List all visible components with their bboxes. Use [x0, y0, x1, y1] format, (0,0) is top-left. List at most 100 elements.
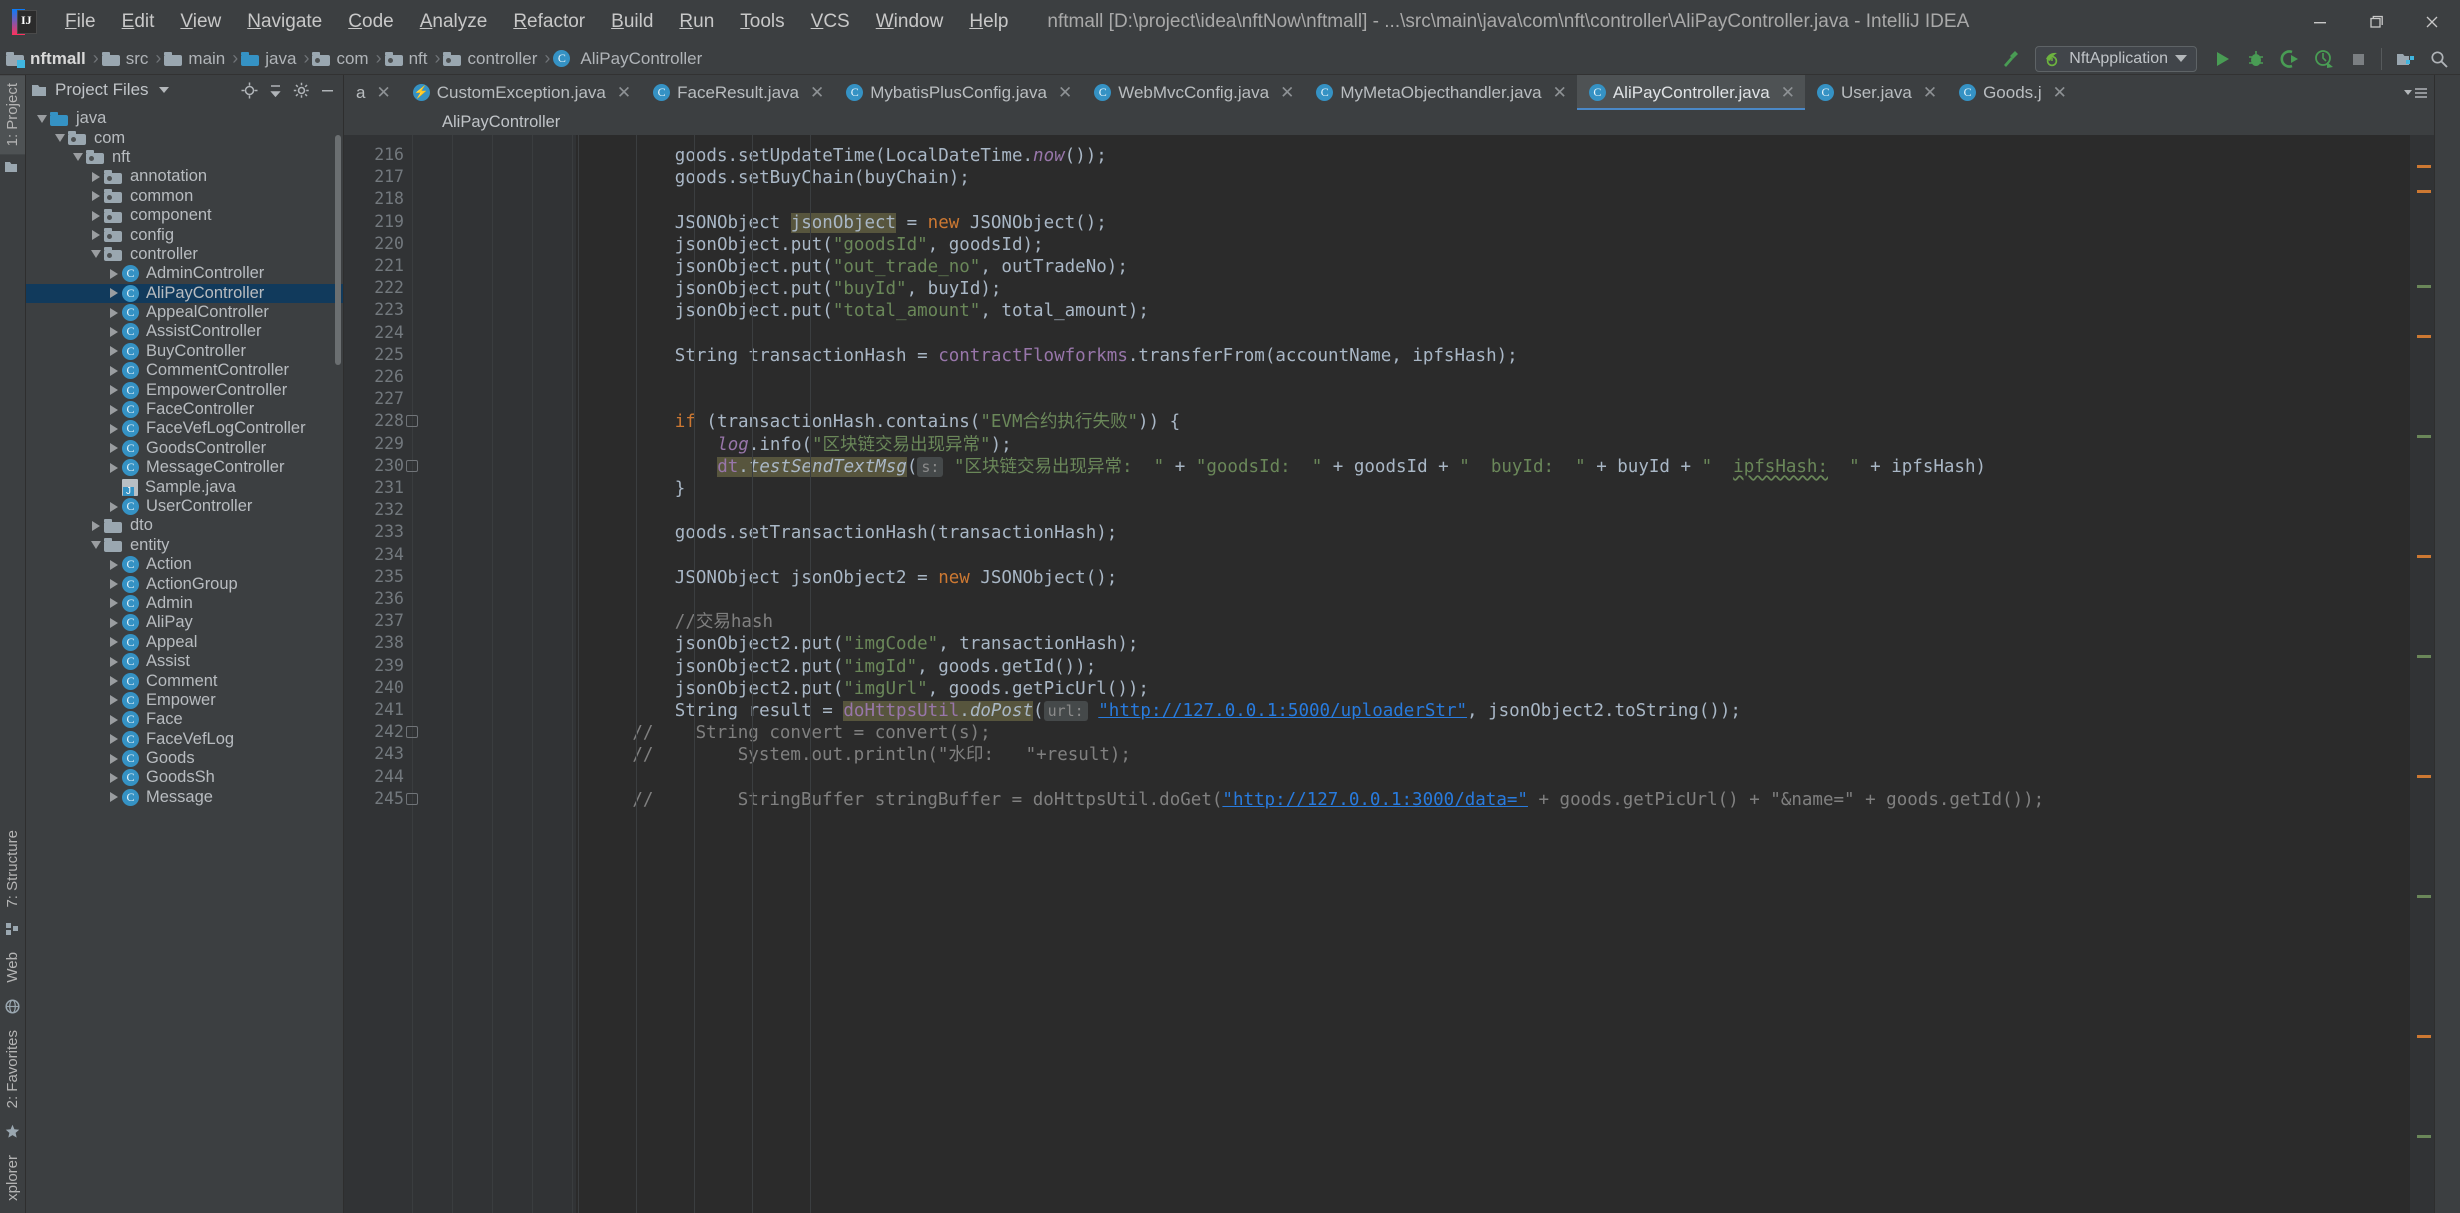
- code-line-245[interactable]: // StringBuffer stringBuffer = doHttpsUt…: [632, 789, 2044, 811]
- tree-node-assist[interactable]: C Assist: [26, 652, 343, 671]
- tree-expand-arrow-closed[interactable]: [106, 579, 122, 590]
- project-scope-chevron-icon[interactable]: [158, 87, 169, 93]
- menu-navigate[interactable]: Navigate: [234, 7, 335, 37]
- tree-expand-arrow-closed[interactable]: [106, 772, 122, 783]
- code-line-242[interactable]: // String convert = convert(s);: [632, 722, 990, 744]
- tree-node-faceveflogcontroller[interactable]: C FaceVefLogController: [26, 419, 343, 438]
- debug-icon[interactable]: [2239, 44, 2273, 74]
- editor-breadcrumb-class[interactable]: AliPayController: [442, 113, 560, 132]
- menu-view[interactable]: View: [167, 7, 234, 37]
- editor-tab-a[interactable]: a ✕: [344, 75, 401, 110]
- code-editor[interactable]: 216 217 218 219 220 221 222 223 224 225 226 227 228 2…: [344, 135, 2434, 1213]
- tree-expand-arrow-closed[interactable]: [106, 365, 122, 376]
- tree-node-alipaycontroller[interactable]: C AliPayController: [26, 283, 343, 303]
- maximize-button[interactable]: [2348, 0, 2404, 43]
- close-icon[interactable]: ✕: [1553, 83, 1567, 103]
- tree-expand-arrow-closed[interactable]: [106, 307, 122, 318]
- close-icon[interactable]: ✕: [1923, 83, 1937, 103]
- editor-tab-mymetaobjecthandler-java[interactable]: C MyMetaObjecthandler.java ✕: [1304, 75, 1577, 110]
- tree-node-appealcontroller[interactable]: C AppealController: [26, 303, 343, 322]
- close-icon[interactable]: ✕: [1781, 83, 1795, 103]
- code-marker[interactable]: [2417, 1035, 2431, 1038]
- menu-analyze[interactable]: Analyze: [407, 7, 501, 37]
- run-icon[interactable]: [2205, 44, 2239, 74]
- tree-node-message[interactable]: C Message: [26, 788, 343, 807]
- tree-node-com[interactable]: com: [26, 128, 343, 147]
- tree-expand-arrow-closed[interactable]: [106, 617, 122, 628]
- project-tree-scrollbar[interactable]: [335, 135, 341, 365]
- tree-expand-arrow-closed[interactable]: [106, 326, 122, 337]
- code-marker[interactable]: [2417, 1135, 2431, 1138]
- tree-node-action[interactable]: C Action: [26, 555, 343, 574]
- tree-expand-arrow-closed[interactable]: [106, 734, 122, 745]
- code-line-217[interactable]: goods.setBuyChain(buyChain);: [675, 167, 970, 189]
- tree-expand-arrow-closed[interactable]: [88, 171, 104, 182]
- run-with-coverage-icon[interactable]: [2273, 44, 2307, 74]
- code-marker[interactable]: [2417, 165, 2431, 168]
- run-configuration-selector[interactable]: NftApplication: [2035, 45, 2197, 72]
- tree-expand-arrow-closed[interactable]: [88, 210, 104, 221]
- code-marker[interactable]: [2417, 655, 2431, 658]
- code-line-238[interactable]: jsonObject2.put("imgCode", transactionHa…: [675, 633, 1139, 655]
- chevron-down-icon[interactable]: [2404, 90, 2412, 95]
- menu-vcs[interactable]: VCS: [798, 7, 863, 37]
- tree-node-common[interactable]: common: [26, 187, 343, 206]
- tree-node-face[interactable]: C Face: [26, 710, 343, 729]
- stop-icon[interactable]: [2341, 44, 2375, 74]
- code-marker[interactable]: [2417, 895, 2431, 898]
- tree-node-faceveflog[interactable]: C FaceVefLog: [26, 730, 343, 749]
- tree-node-controller[interactable]: controller: [26, 245, 343, 264]
- project-structure-icon[interactable]: [2388, 44, 2422, 74]
- tree-node-sample-java[interactable]: Sample.java: [26, 477, 343, 496]
- breadcrumb-item-controller[interactable]: controller: [443, 48, 541, 70]
- code-fold-marker-245[interactable]: [406, 792, 418, 805]
- code-line-223[interactable]: jsonObject.put("total_amount", total_amo…: [675, 300, 1149, 322]
- close-icon[interactable]: ✕: [1280, 83, 1294, 103]
- tree-node-java[interactable]: java: [26, 109, 343, 128]
- url-literal-comment[interactable]: "http://127.0.0.1:3000/data=": [1222, 790, 1528, 810]
- tree-expand-arrow-open[interactable]: [52, 134, 68, 143]
- code-line-231[interactable]: }: [675, 478, 686, 500]
- tree-node-config[interactable]: config: [26, 225, 343, 244]
- tree-node-admin[interactable]: C Admin: [26, 594, 343, 613]
- code-line-219[interactable]: JSONObject jsonObject = new JSONObject()…: [675, 212, 1107, 234]
- tree-expand-arrow-closed[interactable]: [88, 520, 104, 531]
- tree-node-commentcontroller[interactable]: C CommentController: [26, 361, 343, 380]
- code-line-235[interactable]: JSONObject jsonObject2 = new JSONObject(…: [675, 567, 1118, 589]
- editor-tab-user-java[interactable]: C User.java ✕: [1805, 75, 1947, 110]
- tree-node-assistcontroller[interactable]: C AssistController: [26, 322, 343, 341]
- code-line-221[interactable]: jsonObject.put("out_trade_no", outTradeN…: [675, 256, 1128, 278]
- menu-window[interactable]: Window: [863, 7, 957, 37]
- minimize-button[interactable]: [2292, 0, 2348, 43]
- code-line-240[interactable]: jsonObject2.put("imgUrl", goods.getPicUr…: [675, 678, 1149, 700]
- tree-node-goodscontroller[interactable]: C GoodsController: [26, 439, 343, 458]
- tree-node-empowercontroller[interactable]: C EmpowerController: [26, 380, 343, 399]
- editor-tab-customexception-java[interactable]: ⚡ CustomException.java ✕: [401, 75, 641, 110]
- code-marker[interactable]: [2417, 555, 2431, 558]
- url-literal[interactable]: "http://127.0.0.1:5000/uploaderStr": [1098, 701, 1467, 721]
- menu-run[interactable]: Run: [666, 7, 727, 37]
- menu-build[interactable]: Build: [598, 7, 666, 37]
- editor-tab-alipaycontroller-java[interactable]: C AliPayController.java ✕: [1576, 75, 1806, 110]
- tree-expand-arrow-open[interactable]: [34, 114, 50, 123]
- code-line-233[interactable]: goods.setTransactionHash(transactionHash…: [675, 522, 1118, 544]
- code-line-243[interactable]: // System.out.println("水印: "+result);: [632, 744, 1131, 766]
- tree-node-goodssh[interactable]: C GoodsSh: [26, 768, 343, 787]
- locate-icon[interactable]: [237, 79, 261, 101]
- tree-node-alipay[interactable]: C AliPay: [26, 613, 343, 632]
- tree-expand-arrow-closed[interactable]: [106, 637, 122, 648]
- breadcrumb-item-alipaycontroller[interactable]: C AliPayController: [553, 48, 706, 70]
- tree-node-facecontroller[interactable]: C FaceController: [26, 400, 343, 419]
- tree-node-annotation[interactable]: annotation: [26, 167, 343, 186]
- editor-gutter[interactable]: 216 217 218 219 220 221 222 223 224 225 226 227 228 2…: [344, 135, 576, 1213]
- code-line-216[interactable]: goods.setUpdateTime(LocalDateTime.now())…: [675, 145, 1107, 167]
- code-fold-marker-228[interactable]: [406, 415, 418, 428]
- tree-expand-arrow-closed[interactable]: [106, 288, 122, 299]
- code-marker[interactable]: [2417, 775, 2431, 778]
- close-icon[interactable]: ✕: [1058, 83, 1072, 103]
- tool-tab-structure[interactable]: 7: Structure: [0, 822, 25, 916]
- profiler-icon[interactable]: [2307, 44, 2341, 74]
- code-line-225[interactable]: String transactionHash = contractFlowfor…: [675, 345, 1518, 367]
- editor-tab-goods-j[interactable]: C Goods.j ✕: [1947, 75, 2077, 110]
- close-icon[interactable]: ✕: [2053, 83, 2067, 103]
